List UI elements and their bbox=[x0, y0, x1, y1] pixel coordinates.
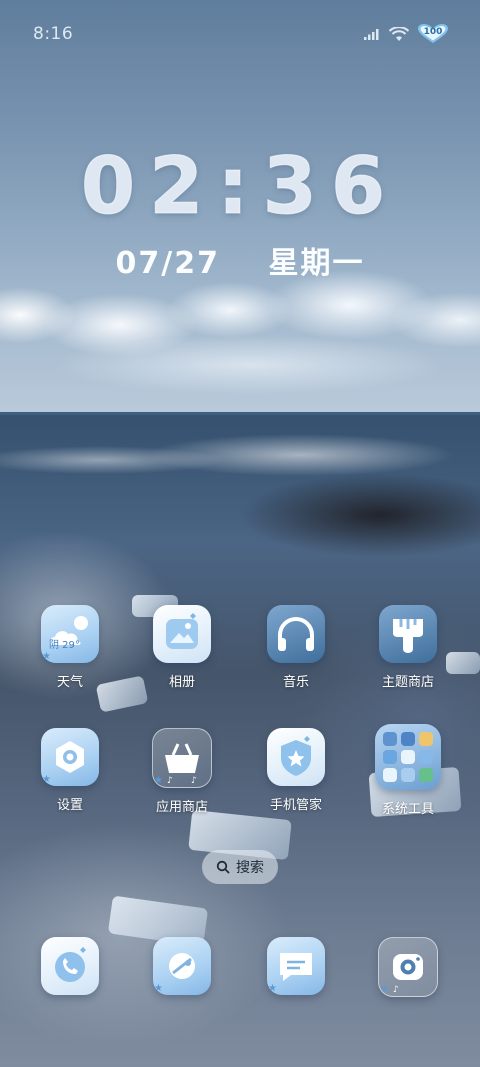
star-badge-icon: ★ bbox=[154, 775, 163, 786]
app-label: 主题商店 bbox=[381, 675, 434, 690]
messages-icon: ★ bbox=[267, 937, 325, 995]
folder-grid bbox=[383, 732, 433, 782]
dock-phone[interactable] bbox=[30, 937, 110, 995]
battery-level: 100 bbox=[423, 27, 443, 37]
ice-chunk bbox=[446, 652, 480, 674]
app-system-tools[interactable]: 系统工具 bbox=[368, 724, 448, 817]
camera-icon: ♪ ★ bbox=[378, 937, 438, 997]
svg-text:♪: ♪ bbox=[167, 776, 173, 786]
status-icons: 100 bbox=[364, 24, 448, 44]
app-label: 手机管家 bbox=[269, 798, 322, 813]
search-button[interactable]: 搜索 bbox=[202, 850, 278, 884]
dock-browser[interactable]: ★ bbox=[142, 937, 222, 995]
star-badge-icon: ★ bbox=[42, 651, 51, 662]
paintbrush-icon bbox=[379, 605, 437, 663]
gear-icon: ★ bbox=[41, 728, 99, 786]
weather-icon: 阴 29° ★ bbox=[41, 605, 99, 663]
shield-icon bbox=[267, 728, 325, 786]
app-label: 应用商店 bbox=[155, 800, 208, 815]
folder-icon bbox=[375, 724, 441, 790]
app-photos[interactable]: 相册 bbox=[142, 605, 222, 690]
app-weather[interactable]: 阴 29° ★ 天气 bbox=[30, 605, 110, 690]
app-label: 系统工具 bbox=[381, 802, 434, 817]
app-label: 音乐 bbox=[282, 675, 309, 690]
photo-icon bbox=[153, 605, 211, 663]
date-line: 07/27 星期一 bbox=[0, 238, 480, 282]
star-badge-icon: ★ bbox=[42, 774, 51, 785]
browser-icon: ★ bbox=[153, 937, 211, 995]
status-time: 8:16 bbox=[33, 24, 74, 44]
signal-icon bbox=[364, 29, 379, 40]
weather-temp: 阴 29° bbox=[49, 640, 80, 651]
clock: 02:36 bbox=[80, 142, 400, 233]
svg-text:♪: ♪ bbox=[393, 985, 399, 995]
dock-camera[interactable]: ♪ ★ bbox=[368, 937, 448, 997]
app-app-store[interactable]: ♪ ♪ ★ 应用商店 bbox=[142, 728, 222, 815]
weekday: 星期一 bbox=[268, 246, 365, 281]
star-badge-icon: ★ bbox=[268, 983, 277, 994]
app-music[interactable]: 音乐 bbox=[256, 605, 336, 690]
app-label: 相册 bbox=[168, 675, 195, 690]
app-label: 天气 bbox=[56, 675, 83, 690]
app-themes[interactable]: 主题商店 bbox=[368, 605, 448, 690]
date: 07/27 bbox=[115, 246, 220, 281]
app-phone-manager[interactable]: 手机管家 bbox=[256, 728, 336, 813]
wallpaper-clouds bbox=[0, 265, 480, 405]
phone-icon bbox=[41, 937, 99, 995]
status-bar: 8:16 100 bbox=[0, 0, 480, 68]
dock-messages[interactable]: ★ bbox=[256, 937, 336, 995]
battery-icon: 100 bbox=[418, 24, 448, 44]
search-label: 搜索 bbox=[236, 860, 264, 876]
headphones-icon bbox=[267, 605, 325, 663]
wifi-icon bbox=[389, 26, 409, 41]
search-icon bbox=[216, 860, 230, 874]
svg-text:♪: ♪ bbox=[191, 776, 197, 786]
app-settings[interactable]: ★ 设置 bbox=[30, 728, 110, 813]
app-label: 设置 bbox=[56, 798, 83, 813]
star-badge-icon: ★ bbox=[154, 983, 163, 994]
basket-icon: ♪ ♪ ★ bbox=[152, 728, 212, 788]
star-badge-icon: ★ bbox=[380, 984, 389, 995]
